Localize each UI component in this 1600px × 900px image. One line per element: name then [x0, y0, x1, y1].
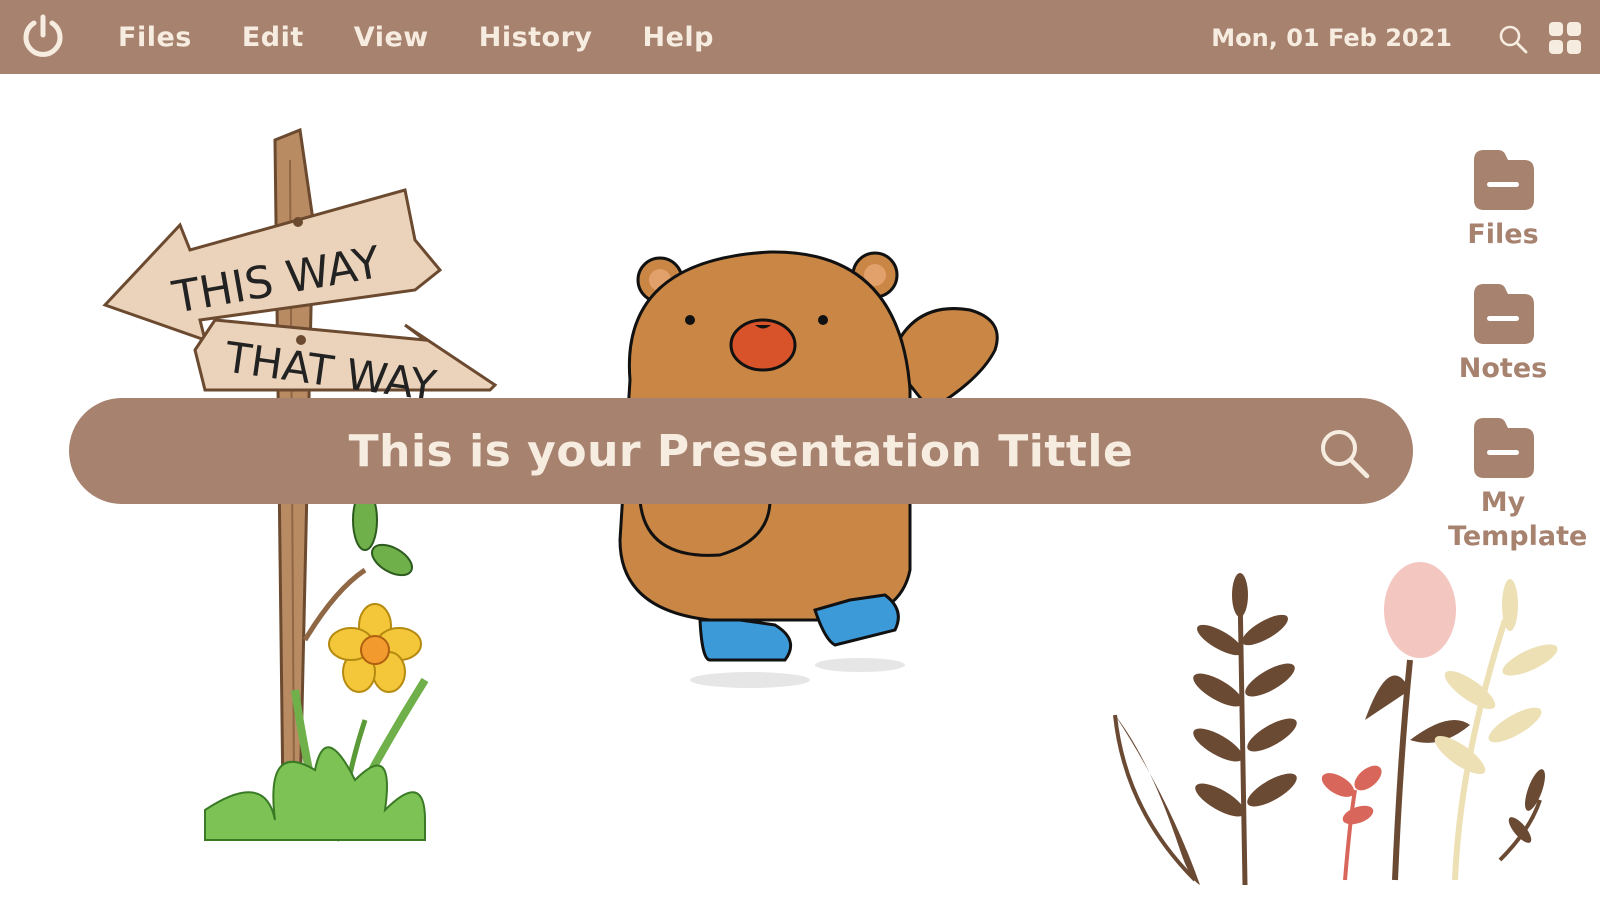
- folder-icon: [1474, 150, 1534, 210]
- menu-item-history[interactable]: History: [479, 22, 593, 53]
- sidebar-item-my-template[interactable]: My Template: [1448, 414, 1588, 554]
- folder-icon: [1474, 418, 1534, 478]
- menu-bar: Files Edit View History Help Mon, 01 Feb…: [0, 0, 1600, 74]
- search-icon[interactable]: [1317, 426, 1371, 480]
- power-icon[interactable]: [20, 13, 66, 59]
- menu: Files Edit View History Help: [118, 0, 764, 74]
- sidebar-item-label: Files: [1467, 219, 1539, 250]
- title-search-bar[interactable]: This is your Presentation Tittle: [69, 398, 1413, 504]
- sidebar-item-label: My Template: [1448, 487, 1588, 552]
- search-icon[interactable]: [1498, 24, 1528, 54]
- apps-grid-icon[interactable]: [1548, 21, 1582, 55]
- menu-item-view[interactable]: View: [354, 22, 429, 53]
- date-display: Mon, 01 Feb 2021: [1211, 24, 1452, 52]
- sidebar-item-files[interactable]: Files: [1448, 146, 1558, 252]
- flowers-illustration: [1113, 562, 1558, 886]
- folder-icon: [1474, 284, 1534, 344]
- sidebar-item-label: Notes: [1458, 353, 1548, 384]
- menu-item-files[interactable]: Files: [118, 22, 192, 53]
- presentation-title: This is your Presentation Tittle: [348, 426, 1134, 477]
- sidebar-item-notes[interactable]: Notes: [1448, 280, 1558, 386]
- menu-item-help[interactable]: Help: [643, 22, 715, 53]
- menu-item-edit[interactable]: Edit: [242, 22, 304, 53]
